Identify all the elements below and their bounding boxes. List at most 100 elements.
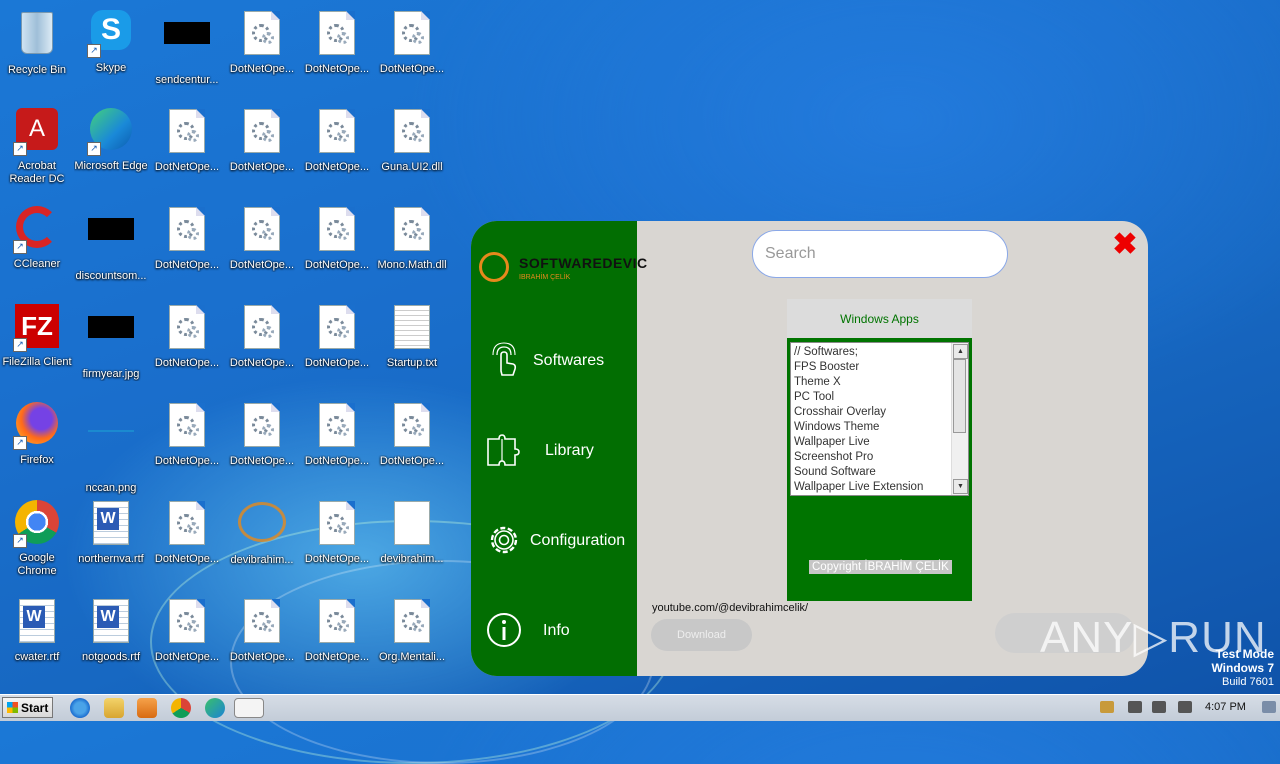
search-input[interactable] xyxy=(752,230,1008,278)
media-player-icon[interactable] xyxy=(137,698,157,718)
dll-file-icon xyxy=(238,305,286,353)
desktop-icon[interactable]: devibrahim... xyxy=(375,498,449,588)
desktop-icon[interactable]: Recycle Bin xyxy=(0,8,74,98)
list-item[interactable]: Wallpaper Live xyxy=(794,435,968,450)
network-icon[interactable] xyxy=(1152,701,1166,713)
youtube-link[interactable]: youtube.com/@devibrahimcelik/ xyxy=(652,602,808,614)
desktop-icon[interactable]: DotNetOpe... xyxy=(225,204,299,294)
desktop-icon[interactable]: DotNetOpe... xyxy=(150,400,224,490)
desktop-icon-label: devibrahim... xyxy=(230,554,294,566)
nav-library[interactable]: Library xyxy=(471,421,637,481)
desktop-icon-label: DotNetOpe... xyxy=(154,651,220,663)
list-item[interactable]: Sound Software xyxy=(794,465,968,480)
ccleaner-icon: ↗ xyxy=(13,206,61,254)
desktop-icon[interactable]: DotNetOpe... xyxy=(225,8,299,98)
flag-icon[interactable] xyxy=(1100,701,1114,713)
nav-info[interactable]: Info xyxy=(471,601,637,661)
desktop-icon[interactable]: FZ ↗ FileZilla Client xyxy=(0,302,74,392)
list-item[interactable]: PC Tool xyxy=(794,390,968,405)
app-sidebar: SOFTWAREDEVIC IBRAHİM ÇELİK Softwares Li… xyxy=(471,221,647,676)
desktop-icon[interactable]: sendcentur... xyxy=(150,8,224,98)
list-item[interactable]: Windows Theme xyxy=(794,420,968,435)
desktop-icon-label: DotNetOpe... xyxy=(229,651,295,663)
desktop-icon-label: DotNetOpe... xyxy=(304,553,370,565)
scroll-thumb[interactable] xyxy=(953,359,966,433)
action-center-icon[interactable] xyxy=(1178,701,1192,713)
start-button[interactable]: Start xyxy=(2,697,53,718)
firefox-icon: ↗ xyxy=(13,402,61,450)
desktop-icon[interactable]: DotNetOpe... xyxy=(375,8,449,98)
show-desktop-icon[interactable] xyxy=(1262,701,1276,713)
edge-icon[interactable] xyxy=(205,698,225,718)
list-item[interactable]: Screenshot Pro xyxy=(794,450,968,465)
software-list-items: // Softwares; FPS Booster Theme X PC Tool Cr… xyxy=(791,343,968,495)
desktop-icon[interactable]: DotNetOpe... xyxy=(150,204,224,294)
ie-icon[interactable] xyxy=(70,698,90,718)
close-icon[interactable]: ✖ xyxy=(1111,230,1139,260)
desktop-icon[interactable]: DotNetOpe... xyxy=(300,106,374,196)
scroll-up-icon[interactable]: ▲ xyxy=(953,344,968,359)
download-button[interactable]: Download xyxy=(651,619,752,651)
desktop-icon[interactable]: discountsom... xyxy=(74,204,148,294)
desktop-icon[interactable]: Startup.txt xyxy=(375,302,449,392)
desktop-icon[interactable]: DotNetOpe... xyxy=(150,498,224,588)
dll-file-icon xyxy=(238,109,286,157)
desktop-icon[interactable]: Wnotgoods.rtf xyxy=(74,596,148,686)
desktop-icon[interactable]: firmyear.jpg xyxy=(74,302,148,392)
chrome-icon[interactable] xyxy=(171,698,191,718)
dll-file-icon xyxy=(388,11,436,59)
logo-subtitle: IBRAHİM ÇELİK xyxy=(519,274,571,281)
desktop-icon[interactable]: Wnorthernva.rtf xyxy=(74,498,148,588)
image-file-icon xyxy=(163,22,211,70)
desktop-icon[interactable]: ↗ Microsoft Edge xyxy=(74,106,148,196)
list-item[interactable]: Wallpaper Live Extension xyxy=(794,480,968,495)
desktop-icon[interactable]: DotNetOpe... xyxy=(150,302,224,392)
desktop-icon-label: northernva.rtf xyxy=(78,553,144,565)
list-item[interactable]: // Softwares; xyxy=(794,345,968,360)
desktop-icon[interactable]: DotNetOpe... xyxy=(300,596,374,686)
desktop-icon[interactable]: DotNetOpe... xyxy=(225,302,299,392)
desktop-icon-label: DotNetOpe... xyxy=(154,455,220,467)
nav-label: Configuration xyxy=(530,532,626,549)
scroll-down-icon[interactable]: ▼ xyxy=(953,479,968,494)
desktop-icon[interactable]: DotNetOpe... xyxy=(375,400,449,490)
explorer-icon[interactable] xyxy=(104,698,124,718)
desktop-icon[interactable]: ↗ CCleaner xyxy=(0,204,74,294)
volume-icon[interactable] xyxy=(1128,701,1142,713)
desktop-icon[interactable]: S ↗ Skype xyxy=(74,8,148,98)
desktop-icon[interactable]: DotNetOpe... xyxy=(225,106,299,196)
nav-label: Info xyxy=(543,622,570,639)
desktop-icon[interactable]: A ↗ Acrobat Reader DC xyxy=(0,106,74,196)
list-scrollbar[interactable]: ▲ ▼ xyxy=(951,343,968,495)
desktop-icon[interactable]: DotNetOpe... xyxy=(225,400,299,490)
nav-configuration[interactable]: Configuration xyxy=(471,511,637,571)
list-item[interactable]: FPS Booster xyxy=(794,360,968,375)
desktop-icon[interactable]: DotNetOpe... xyxy=(300,302,374,392)
desktop-icon[interactable]: DotNetOpe... xyxy=(150,106,224,196)
desktop-icon-label: CCleaner xyxy=(13,258,61,270)
desktop-icon[interactable]: Wcwater.rtf xyxy=(0,596,74,686)
desktop-icon-label: Skype xyxy=(95,62,127,74)
desktop-icon[interactable]: ↗ Firefox xyxy=(0,400,74,490)
desktop-icon-label: Microsoft Edge xyxy=(74,160,148,172)
desktop-icon[interactable]: nccan.png xyxy=(74,400,148,494)
desktop-icon[interactable]: DotNetOpe... xyxy=(225,596,299,686)
desktop-icon[interactable]: DotNetOpe... xyxy=(150,596,224,686)
softwaredevic-task-icon[interactable] xyxy=(234,698,264,718)
list-item[interactable]: Crosshair Overlay xyxy=(794,405,968,420)
desktop-icon[interactable]: DotNetOpe... xyxy=(300,204,374,294)
desktop-icon-label: DotNetOpe... xyxy=(229,357,295,369)
desktop-icon[interactable]: DotNetOpe... xyxy=(300,400,374,490)
desktop-icon[interactable]: DotNetOpe... xyxy=(300,498,374,588)
desktop-icon[interactable]: Mono.Math.dll xyxy=(375,204,449,294)
software-list[interactable]: // Softwares; FPS Booster Theme X PC Tool Cr… xyxy=(790,342,969,496)
desktop-icon[interactable]: DotNetOpe... xyxy=(300,8,374,98)
desktop-icon[interactable]: Org.Mentali... xyxy=(375,596,449,686)
dll-file-icon xyxy=(388,207,436,255)
desktop-icon[interactable]: ↗ Google Chrome xyxy=(0,498,74,588)
desktop-icon[interactable]: devibrahim... xyxy=(225,498,299,588)
list-item[interactable]: Theme X xyxy=(794,375,968,390)
desktop-icon[interactable]: Guna.UI2.dll xyxy=(375,106,449,196)
nav-softwares[interactable]: Softwares xyxy=(471,331,637,391)
puzzle-icon xyxy=(487,434,520,466)
